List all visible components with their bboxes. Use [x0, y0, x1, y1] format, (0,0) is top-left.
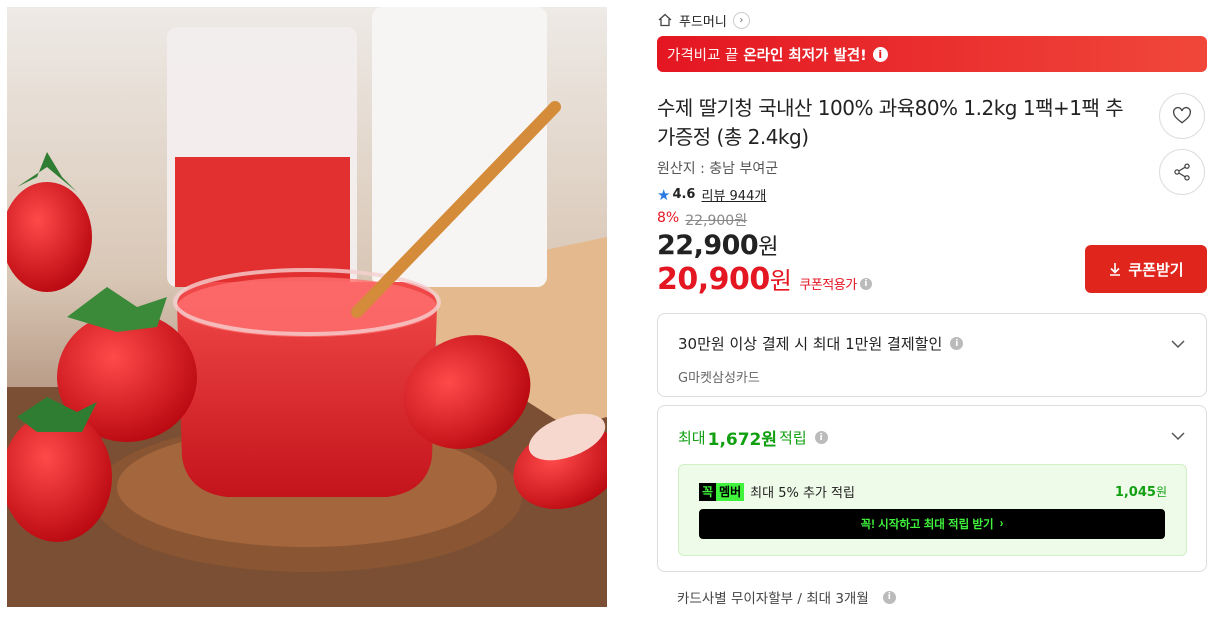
- coupon-button-label: 쿠폰받기: [1128, 261, 1184, 279]
- member-badge: 꼭 멤버: [699, 482, 745, 501]
- download-icon: [1110, 263, 1121, 276]
- installment-info: 카드사별 무이자할부 / 최대 3개월 i: [677, 587, 896, 607]
- shop-name: 푸드머니: [679, 14, 727, 30]
- points-summary: 최대 1,672원 적립 i: [678, 425, 828, 450]
- card-offer: 30만원 이상 결제 시 최대 1만원 결제할인 i: [678, 333, 964, 354]
- chevron-right-icon: ›: [732, 11, 750, 29]
- coupon-price-number: 20,900: [657, 262, 770, 297]
- member-points-value: 1,045: [1114, 485, 1156, 500]
- share-button[interactable]: [1159, 149, 1205, 195]
- member-benefit-text: 최대 5% 추가 적립: [750, 486, 855, 501]
- review-link[interactable]: 리뷰 944개: [701, 185, 766, 204]
- wishlist-button[interactable]: [1159, 93, 1205, 139]
- sale-price-number: 22,900: [657, 230, 759, 261]
- coupon-note-label: 쿠폰적용가: [799, 278, 857, 293]
- banner-light-text: 가격비교 끝: [667, 47, 739, 64]
- member-points: 1,045원: [1115, 483, 1167, 500]
- info-icon[interactable]: i: [872, 46, 888, 62]
- star-icon: ★: [657, 185, 671, 204]
- coupon-price: 20,900 원 쿠폰적용가 i: [657, 261, 872, 297]
- chevron-right-icon: ›: [999, 518, 1004, 530]
- info-icon[interactable]: i: [950, 337, 964, 350]
- card-offer-text: 30만원 이상 결제 시 최대 1만원 결제할인: [678, 335, 943, 353]
- sale-price-unit: 원: [758, 235, 778, 260]
- heart-icon: [1172, 106, 1192, 124]
- rating-score: 4.6: [672, 187, 696, 202]
- lowest-price-banner[interactable]: 가격비교 끝 온라인 최저가 발견! i: [657, 36, 1207, 72]
- chevron-down-icon[interactable]: [1170, 428, 1186, 444]
- member-benefit-box: 꼭 멤버 최대 5% 추가 적립 1,045원 꼭! 시작하고 최대 적립 받기…: [678, 464, 1187, 556]
- origin-label: 원산지 : 충남 부여군: [657, 161, 779, 177]
- product-info-panel: 푸드머니 › 가격비교 끝 온라인 최저가 발견! i 수제 딸기청 국내산 1…: [657, 7, 1207, 617]
- points-box: 최대 1,672원 적립 i 꼭 멤버 최대 5% 추가 적립 1,045원 꼭…: [657, 405, 1207, 572]
- info-icon[interactable]: i: [814, 431, 828, 444]
- chevron-down-icon[interactable]: [1170, 336, 1186, 352]
- discount-row: 8% 22,900원: [657, 210, 747, 230]
- rating-row: ★ 4.6 리뷰 944개: [657, 185, 766, 205]
- member-points-unit: 원: [1155, 485, 1167, 499]
- points-suffix: 적립: [779, 429, 807, 447]
- points-prefix: 최대: [678, 429, 706, 447]
- member-join-button[interactable]: 꼭! 시작하고 최대 적립 받기 ›: [699, 509, 1165, 539]
- member-badge-a: 꼭: [699, 482, 717, 501]
- points-amount: 1,672원: [707, 430, 778, 450]
- info-icon[interactable]: i: [859, 277, 872, 290]
- member-benefit-row: 꼭 멤버 최대 5% 추가 적립 1,045원: [699, 482, 1167, 501]
- coupon-note: 쿠폰적용가 i: [799, 274, 872, 293]
- shop-link[interactable]: 푸드머니 ›: [657, 9, 750, 31]
- original-price: 22,900원: [685, 213, 748, 229]
- coupon-price-unit: 원: [769, 267, 792, 295]
- info-icon[interactable]: i: [882, 590, 896, 604]
- coupon-download-button[interactable]: 쿠폰받기: [1085, 245, 1207, 293]
- product-image: [7, 7, 607, 607]
- member-join-label: 꼭! 시작하고 최대 적립 받기: [860, 519, 994, 531]
- share-icon: [1174, 163, 1190, 181]
- card-discount-box[interactable]: 30만원 이상 결제 시 최대 1만원 결제할인 i G마켓삼성카드: [657, 313, 1207, 397]
- sale-price: 22,900원: [657, 229, 778, 261]
- product-title: 수제 딸기청 국내산 100% 과육80% 1.2kg 1팩+1팩 추가증정 (…: [657, 96, 1124, 149]
- installment-text: 카드사별 무이자할부 / 최대 3개월: [677, 591, 869, 607]
- banner-bold-text: 온라인 최저가 발견!: [743, 47, 867, 64]
- card-name: G마켓삼성카드: [678, 371, 760, 386]
- member-badge-b: 멤버: [716, 482, 745, 501]
- discount-rate: 8%: [657, 210, 680, 226]
- home-icon: [658, 13, 672, 27]
